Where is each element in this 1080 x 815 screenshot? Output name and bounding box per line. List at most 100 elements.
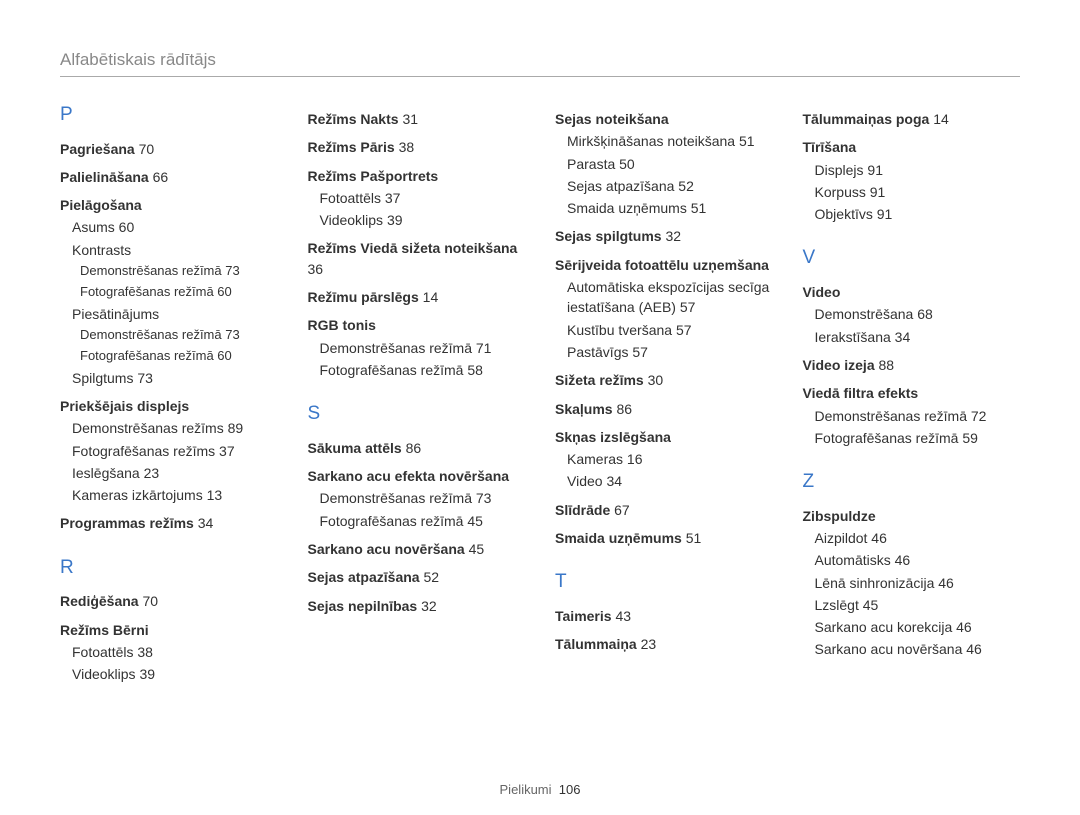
index-subentry[interactable]: Mirkšķināšanas noteikšana 51 [555,131,773,151]
index-subentry[interactable]: Lzslēgt 45 [803,595,1021,615]
page-ref: 45 [469,541,485,557]
index-entry[interactable]: Sejas noteikšana [555,109,773,129]
index-entry[interactable]: Sejas spilgtums 32 [555,226,773,246]
index-subentry[interactable]: Demonstrēšanas režīmā 71 [308,338,526,358]
index-entry[interactable]: Režīms Pašportrets [308,166,526,186]
index-subentry[interactable]: Demonstrēšanas režīmā 72 [803,406,1021,426]
page-ref: 86 [616,401,632,417]
index-subentry[interactable]: Automātisks 46 [803,550,1021,570]
index-subentry[interactable]: Fotoattēls 38 [60,642,278,662]
page-ref: 14 [423,289,439,305]
index-entry[interactable]: Pagriešana 70 [60,139,278,159]
index-entry[interactable]: Pielāgošana [60,195,278,215]
page-ref: 34 [198,515,214,531]
index-entry[interactable]: RGB tonis [308,315,526,335]
index-entry[interactable]: Slīdrāde 67 [555,500,773,520]
index-letter: Z [803,468,1021,496]
column-1: PPagriešana 70Palielināšana 66Pielāgošan… [60,101,278,685]
index-entry[interactable]: Sejas atpazīšana 52 [308,567,526,587]
index-subentry[interactable]: Fotografēšanas režīms 37 [60,441,278,461]
column-3: Sejas noteikšanaMirkšķināšanas noteikšan… [555,101,773,685]
page-ref: 52 [423,569,439,585]
index-entry[interactable]: Sižeta režīms 30 [555,370,773,390]
page-ref: 86 [406,440,422,456]
index-entry[interactable]: Tālummaiņas poga 14 [803,109,1021,129]
page-ref: 66 [153,169,169,185]
index-subentry[interactable]: Fotografēšanas režīmā 59 [803,428,1021,448]
index-subentry[interactable]: Pastāvīgs 57 [555,342,773,362]
index-subentry[interactable]: Sejas atpazīšana 52 [555,176,773,196]
index-subentry[interactable]: Kameras izkārtojums 13 [60,485,278,505]
index-entry[interactable]: Programmas režīms 34 [60,513,278,533]
index-entry[interactable]: Režīms Bērni [60,620,278,640]
index-subentry[interactable]: Fotografēšanas režīmā 45 [308,511,526,531]
index-subentry[interactable]: Smaida uzņēmums 51 [555,198,773,218]
index-subentry[interactable]: Kontrasts [60,240,278,260]
index-entry[interactable]: Zibspuldze [803,506,1021,526]
index-subentry[interactable]: Spilgtums 73 [60,368,278,388]
index-entry[interactable]: Skaļums 86 [555,399,773,419]
footer-label: Pielikumi [500,782,552,797]
index-entry[interactable]: Rediģēšana 70 [60,591,278,611]
index-subentry[interactable]: Demonstrēšanas režīmā 73 [308,488,526,508]
index-entry[interactable]: Video izeja 88 [803,355,1021,375]
index-letter: T [555,568,773,596]
page-ref: 32 [665,228,681,244]
index-entry[interactable]: Režīms Viedā sižeta noteikšana 36 [308,238,526,279]
index-subentry[interactable]: Korpuss 91 [803,182,1021,202]
index-subentry[interactable]: Lēnā sinhronizācija 46 [803,573,1021,593]
index-subentry[interactable]: Fotoattēls 37 [308,188,526,208]
index-entry[interactable]: Tīrīšana [803,137,1021,157]
index-subentry[interactable]: Videoklips 39 [60,664,278,684]
index-entry[interactable]: Sarkano acu efekta novēršana [308,466,526,486]
index-entry[interactable]: Viedā filtra efekts [803,383,1021,403]
index-entry[interactable]: Režīms Nakts 31 [308,109,526,129]
index-entry[interactable]: Režīmu pārslēgs 14 [308,287,526,307]
index-subentry[interactable]: Kameras 16 [555,449,773,469]
index-entry[interactable]: Sākuma attēls 86 [308,438,526,458]
page-ref: 14 [933,111,949,127]
index-entry[interactable]: Palielināšana 66 [60,167,278,187]
index-entry[interactable]: Smaida uzņēmums 51 [555,528,773,548]
index-subentry[interactable]: Automātiska ekspozīcijas secīga iestatīš… [555,277,773,318]
index-subentry[interactable]: Asums 60 [60,217,278,237]
index-entry[interactable]: Skņas izslēgšana [555,427,773,447]
page-header: Alfabētiskais rādītājs [60,50,1020,77]
index-subentry[interactable]: Sarkano acu korekcija 46 [803,617,1021,637]
index-subentry[interactable]: Ierakstīšana 34 [803,327,1021,347]
index-subentry[interactable]: Kustību tveršana 57 [555,320,773,340]
page-footer: Pielikumi 106 [60,782,1020,797]
index-entry[interactable]: Priekšējais displejs [60,396,278,416]
index-subsubentry[interactable]: Demonstrēšanas režīmā 73 [60,326,278,345]
index-subentry[interactable]: Ieslēgšana 23 [60,463,278,483]
index-subentry[interactable]: Demonstrēšana 68 [803,304,1021,324]
index-subentry[interactable]: Demonstrēšanas režīms 89 [60,418,278,438]
index-entry[interactable]: Sejas nepilnības 32 [308,596,526,616]
index-subentry[interactable]: Sarkano acu novēršana 46 [803,639,1021,659]
index-subentry[interactable]: Objektīvs 91 [803,204,1021,224]
index-subentry[interactable]: Aizpildot 46 [803,528,1021,548]
index-entry[interactable]: Režīms Pāris 38 [308,137,526,157]
page-ref: 31 [402,111,418,127]
index-subentry[interactable]: Video 34 [555,471,773,491]
page-ref: 67 [614,502,630,518]
index-subentry[interactable]: Parasta 50 [555,154,773,174]
index-entry[interactable]: Taimeris 43 [555,606,773,626]
index-columns: PPagriešana 70Palielināšana 66Pielāgošan… [60,101,1020,685]
column-2: Režīms Nakts 31 Režīms Pāris 38 Režīms Paš… [308,101,526,685]
index-subentry[interactable]: Videoklips 39 [308,210,526,230]
index-subentry[interactable]: Fotografēšanas režīmā 58 [308,360,526,380]
index-entry[interactable]: Sarkano acu novēršana 45 [308,539,526,559]
page-ref: 23 [641,636,657,652]
index-entry[interactable]: Sērijveida fotoattēlu uzņemšana [555,255,773,275]
header-title: Alfabētiskais rādītājs [60,50,216,69]
index-entry[interactable]: Tālummaiņa 23 [555,634,773,654]
index-subsubentry[interactable]: Fotografēšanas režīmā 60 [60,283,278,302]
index-subsubentry[interactable]: Fotografēšanas režīmā 60 [60,347,278,366]
index-subentry[interactable]: Piesātinājums [60,304,278,324]
index-subentry[interactable]: Displejs 91 [803,160,1021,180]
index-entry[interactable]: Video [803,282,1021,302]
index-subsubentry[interactable]: Demonstrēšanas režīmā 73 [60,262,278,281]
index-letter: S [308,400,526,428]
index-letter: V [803,244,1021,272]
